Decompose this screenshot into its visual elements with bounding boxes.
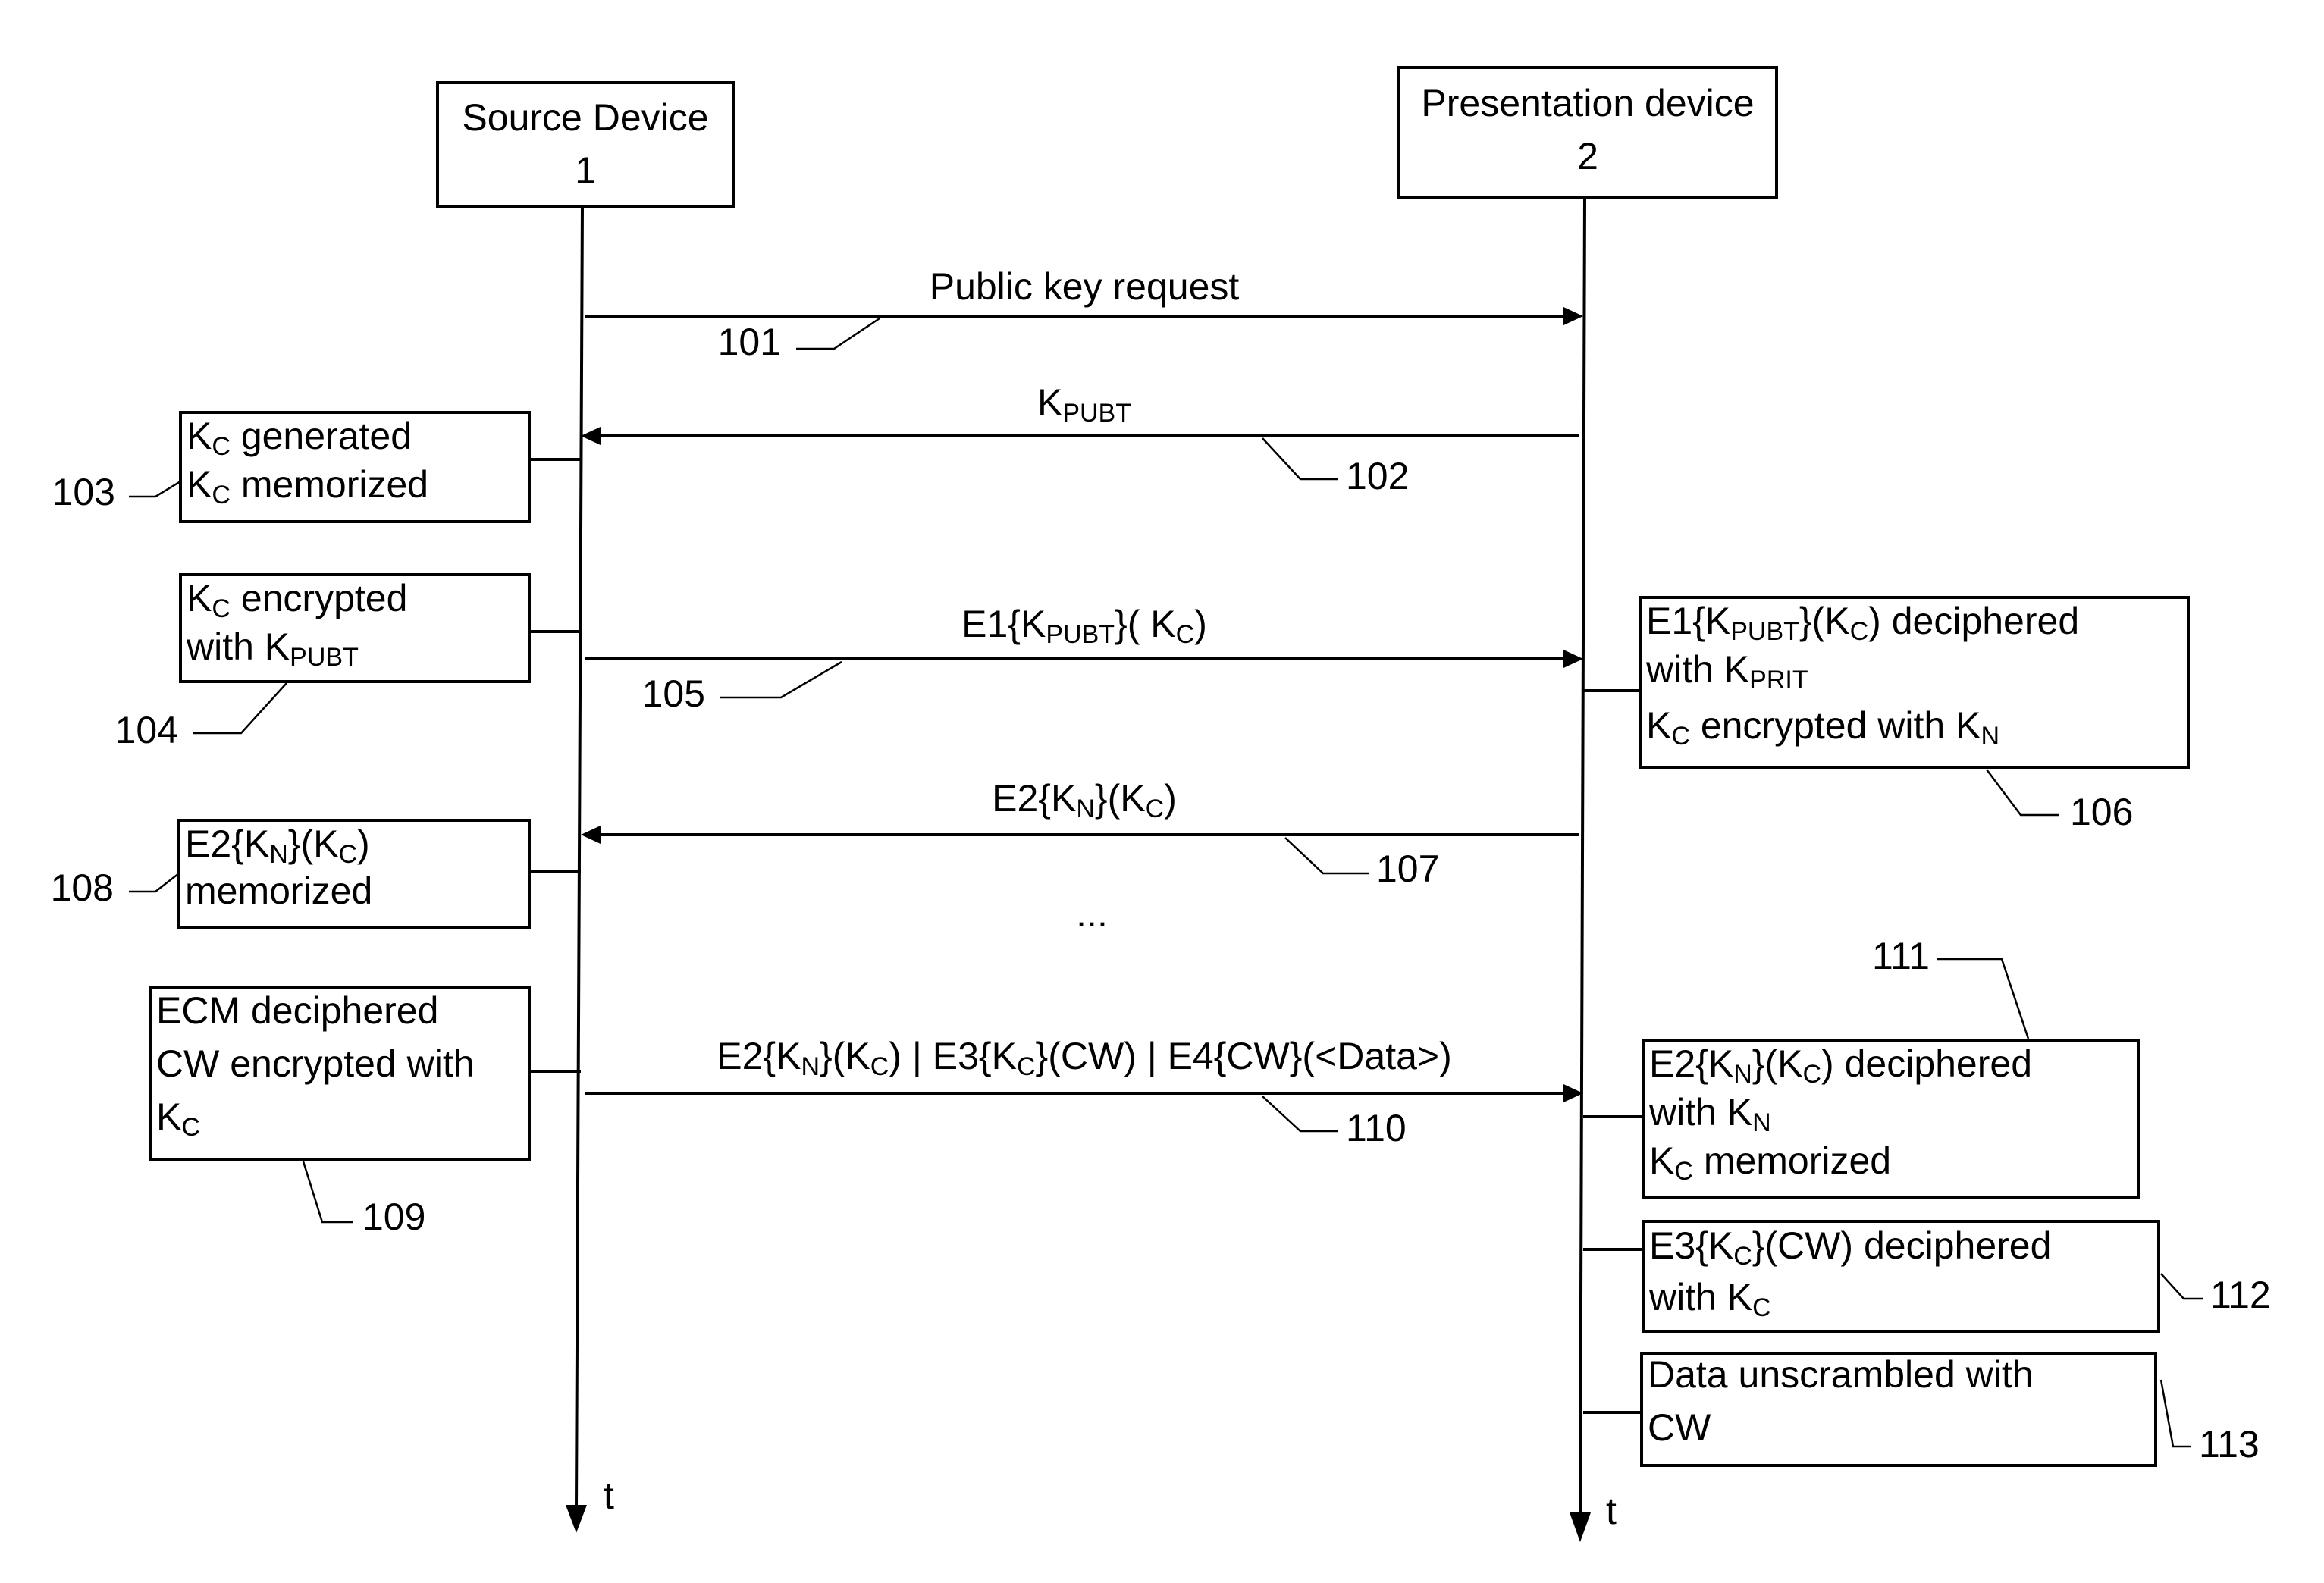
reference-number: 109 <box>362 1196 425 1238</box>
reference-number: 107 <box>1376 848 1439 890</box>
message-101: Public key request 101 <box>585 265 1583 363</box>
participant-source-device: Source Device 1 <box>436 81 735 208</box>
process-steps: KC​ generatedKC​ memorized103 KC​ encrypt… <box>51 411 2271 1467</box>
step-text-line: memorized <box>185 870 372 912</box>
reference-leader-line <box>796 317 880 350</box>
reference-number: 111 <box>1872 935 1930 977</box>
step-text-line: Data unscrambled with <box>1648 1353 2034 1396</box>
participant-presentation-device: Presentation device 2 <box>1397 66 1778 199</box>
reference-number: 113 <box>2199 1423 2260 1465</box>
step-103: KC​ generatedKC​ memorized103 <box>52 411 581 523</box>
reference-number: 110 <box>1346 1107 1407 1149</box>
step-106: E1{KPUBT​}(KC​) decipheredwith KPRIT​KC​… <box>1583 596 2190 833</box>
presentation-device-name: Presentation device <box>1421 82 1754 124</box>
reference-leader-line <box>193 682 287 735</box>
ellipsis: ... <box>1076 892 1108 935</box>
message-label: KPUBT​ <box>1037 381 1131 428</box>
messages: Public key request 101 KPUBT​ 102 E1{KPUBT​}… <box>581 265 1583 1149</box>
reference-number: 108 <box>51 867 114 909</box>
message-label: Public key request <box>930 265 1240 308</box>
source-device-number: 1 <box>575 149 596 192</box>
reference-leader-line <box>1262 1096 1338 1133</box>
step-109: ECM decipheredCW encrypted withKC​109 <box>149 986 581 1238</box>
presentation-time-label: t <box>1606 1490 1617 1532</box>
reference-leader-line <box>129 873 180 893</box>
reference-number: 105 <box>642 672 705 715</box>
source-lifeline <box>575 205 584 1509</box>
step-108: E2{KN​}(KC​)memorized108 <box>51 819 581 929</box>
reference-leader-line <box>1937 958 2030 1039</box>
step-112: E3{KC​}(CW) decipheredwith KC​112 <box>1583 1220 2271 1333</box>
source-device-name: Source Device <box>462 96 708 139</box>
step-text-line: ECM deciphered <box>156 989 438 1032</box>
step-104: KC​ encryptedwith KPUBT​104 <box>115 573 581 751</box>
reference-leader-line <box>1986 769 2059 817</box>
reference-number: 102 <box>1346 455 1409 497</box>
arrowhead-icon <box>581 826 601 844</box>
step-text-line: KC​ encrypted with KN​ <box>1646 704 1999 751</box>
message-label: E2{KN​}(KC​) <box>992 777 1177 823</box>
step-text-line: CW <box>1648 1406 1711 1449</box>
message-107: E2{KN​}(KC​) 107 <box>581 777 1579 890</box>
arrowhead-icon <box>581 427 601 445</box>
reference-leader-line <box>302 1161 353 1224</box>
step-text-line: E2{KN​}(KC​) deciphered <box>1649 1042 2032 1089</box>
reference-leader-line <box>1262 437 1338 481</box>
reference-leader-line <box>129 480 181 498</box>
reference-leader-line <box>2160 1273 2203 1300</box>
step-111: E2{KN​}(KC​) decipheredwith KN​KC​ memor… <box>1583 935 2140 1199</box>
message-110: E2{KN​}(KC​) | E3{KC​}(CW) | E4{CW}(<Dat… <box>585 1035 1583 1149</box>
step-113: Data unscrambled with CW 113 <box>1583 1352 2260 1467</box>
reference-number: 112 <box>2210 1274 2271 1316</box>
step-text-line: E3{KC​}(CW) deciphered <box>1649 1224 2051 1271</box>
reference-leader-line <box>720 660 842 699</box>
presentation-time-arrowhead-icon <box>1570 1512 1591 1542</box>
presentation-lifeline <box>1579 196 1586 1517</box>
message-102: KPUBT​ 102 <box>581 381 1579 497</box>
source-time-label: t <box>604 1475 614 1517</box>
reference-number: 101 <box>718 321 781 363</box>
reference-number: 106 <box>2070 791 2133 833</box>
message-105: E1{KPUBT​}( KC​) 105 <box>585 603 1583 715</box>
sequence-diagram: Source Device 1 Presentation device 2 t … <box>51 66 2271 1542</box>
reference-number: 104 <box>115 709 178 751</box>
arrowhead-icon <box>1563 307 1583 325</box>
message-label: E1{KPUBT​}( KC​) <box>961 603 1207 649</box>
message-label: E2{KN​}(KC​) | E3{KC​}(CW) | E4{CW}(<Dat… <box>717 1035 1452 1081</box>
step-text-line: CW encrypted with <box>156 1042 475 1085</box>
reference-leader-line <box>1284 837 1369 875</box>
reference-leader-line <box>2159 1379 2191 1448</box>
reference-number: 103 <box>52 471 115 513</box>
presentation-device-number: 2 <box>1577 135 1598 177</box>
arrowhead-icon <box>1563 650 1583 668</box>
source-time-arrowhead-icon <box>566 1505 587 1533</box>
